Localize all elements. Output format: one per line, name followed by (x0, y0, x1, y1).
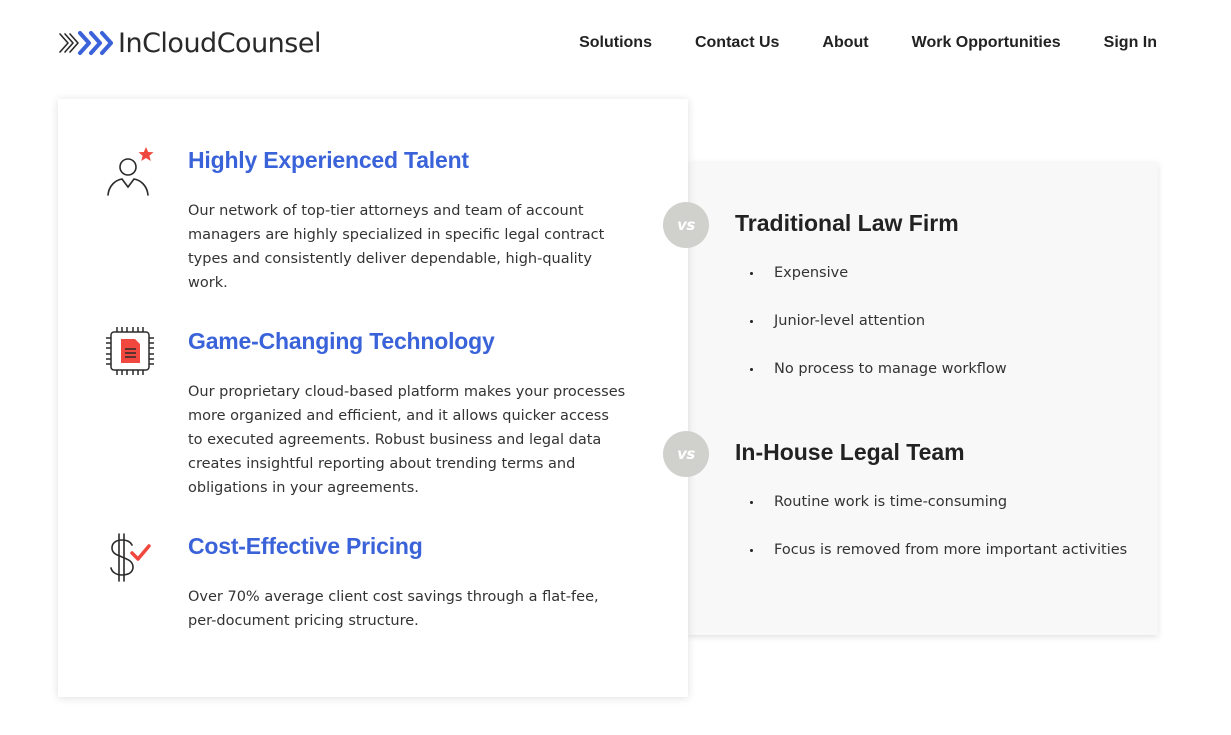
bullet-dot (750, 548, 753, 552)
bullet-dot (750, 271, 753, 275)
feature-title: Highly Experienced Talent (188, 147, 469, 173)
feature-title: Cost-Effective Pricing (188, 533, 423, 559)
features-card: Highly Experienced Talent Our network of… (58, 99, 688, 697)
brand-logo[interactable]: InCloudCounsel (58, 26, 321, 60)
brand-name: InCloudCounsel (118, 27, 321, 59)
comparison-point: No process to manage workflow (750, 361, 1007, 377)
feature-body: Our network of top-tier attorneys and te… (188, 203, 605, 291)
bullet-dot (750, 500, 753, 504)
bullet-dot (750, 319, 753, 323)
feature-body: Over 70% average client cost savings thr… (188, 589, 599, 629)
comparison-point: Focus is removed from more important act… (750, 542, 1127, 558)
comparison-point: Junior-level attention (750, 313, 925, 329)
comparison-point: Expensive (750, 265, 848, 281)
nav-sign-in[interactable]: Sign In (1104, 34, 1157, 52)
comparison-point: Routine work is time-consuming (750, 494, 1007, 510)
comparison-title-in-house: In-House Legal Team (735, 439, 965, 465)
nav-work-opportunities[interactable]: Work Opportunities (912, 34, 1061, 52)
comparison-title-law-firm: Traditional Law Firm (735, 210, 959, 236)
nav-about[interactable]: About (822, 34, 868, 52)
person-star-icon (107, 147, 154, 196)
nav-contact-us[interactable]: Contact Us (695, 34, 779, 52)
chip-document-icon (106, 327, 154, 375)
vs-badge: vs (663, 431, 709, 477)
main-nav: Solutions Contact Us About Work Opportun… (536, 34, 1157, 52)
dollar-check-icon (110, 533, 151, 582)
feature-body: Our proprietary cloud-based platform mak… (188, 384, 626, 496)
feature-title: Game-Changing Technology (188, 328, 495, 354)
vs-badge: vs (663, 202, 709, 248)
bullet-dot (750, 367, 753, 371)
logo-chevrons-icon (59, 31, 113, 55)
nav-solutions[interactable]: Solutions (579, 34, 652, 52)
